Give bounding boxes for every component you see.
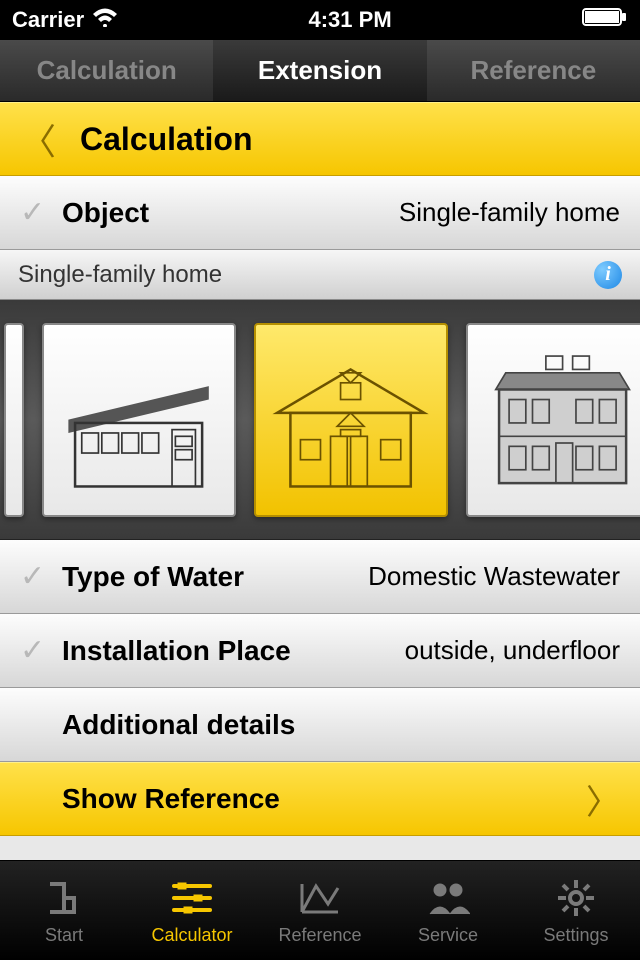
row-object-value: Single-family home <box>149 197 620 228</box>
info-icon[interactable]: i <box>594 261 622 289</box>
reference-icon <box>298 875 342 921</box>
check-icon: ✓ <box>20 633 62 668</box>
screen-header: 〈 Calculation <box>0 102 640 176</box>
row-installation-place[interactable]: ✓ Installation Place outside, underfloor <box>0 614 640 688</box>
tabbar-reference[interactable]: Reference <box>256 861 384 960</box>
top-tabs: Calculation Extension Reference <box>0 40 640 102</box>
tabbar-calculator[interactable]: Calculator <box>128 861 256 960</box>
tabbar-reference-label: Reference <box>278 925 361 946</box>
check-icon: ✓ <box>20 195 62 230</box>
row-place-label: Installation Place <box>62 635 291 667</box>
row-type-value: Domestic Wastewater <box>244 561 620 592</box>
modern-house-icon <box>55 336 222 503</box>
object-subheader-text: Single-family home <box>18 261 222 289</box>
row-show-reference[interactable]: Show Reference 〉 <box>0 762 640 836</box>
row-place-value: outside, underfloor <box>291 635 620 666</box>
tab-calculation[interactable]: Calculation <box>0 40 213 101</box>
spacer <box>0 836 640 860</box>
tabbar-settings-label: Settings <box>543 925 608 946</box>
large-house-icon <box>479 336 640 503</box>
calculator-icon <box>170 875 214 921</box>
object-carousel[interactable] <box>0 300 640 540</box>
start-icon <box>44 875 84 921</box>
service-icon <box>426 875 470 921</box>
bottom-tabbar: Start Calculator Reference Service Setti… <box>0 860 640 960</box>
wifi-icon <box>92 7 118 33</box>
carousel-card-single-family-home[interactable] <box>254 323 448 517</box>
clock: 4:31 PM <box>309 7 392 33</box>
tabbar-settings[interactable]: Settings <box>512 861 640 960</box>
carousel-card-prev[interactable] <box>4 323 24 517</box>
check-icon: ✓ <box>20 559 62 594</box>
tabbar-service-label: Service <box>418 925 478 946</box>
row-additional-details[interactable]: Additional details <box>0 688 640 762</box>
back-chevron-icon[interactable]: 〈 <box>20 113 56 165</box>
chevron-right-icon: 〉 <box>586 775 620 824</box>
carrier-label: Carrier <box>12 7 84 33</box>
row-details-label: Additional details <box>62 709 295 741</box>
battery-icon <box>582 7 628 33</box>
tab-reference[interactable]: Reference <box>427 40 640 101</box>
tabbar-calculator-label: Calculator <box>151 925 232 946</box>
tabbar-start-label: Start <box>45 925 83 946</box>
single-family-home-icon <box>267 336 434 503</box>
status-bar: Carrier 4:31 PM <box>0 0 640 40</box>
carousel-card-large-house[interactable] <box>466 323 640 517</box>
row-type-of-water[interactable]: ✓ Type of Water Domestic Wastewater <box>0 540 640 614</box>
tab-extension[interactable]: Extension <box>213 40 426 101</box>
row-object[interactable]: ✓ Object Single-family home <box>0 176 640 250</box>
row-object-label: Object <box>62 197 149 229</box>
object-subheader: Single-family home i <box>0 250 640 300</box>
row-type-label: Type of Water <box>62 561 244 593</box>
tabbar-service[interactable]: Service <box>384 861 512 960</box>
settings-icon <box>556 875 596 921</box>
tabbar-start[interactable]: Start <box>0 861 128 960</box>
carousel-card-modern-house[interactable] <box>42 323 236 517</box>
screen-title: Calculation <box>80 121 252 158</box>
row-showref-label: Show Reference <box>62 783 280 815</box>
